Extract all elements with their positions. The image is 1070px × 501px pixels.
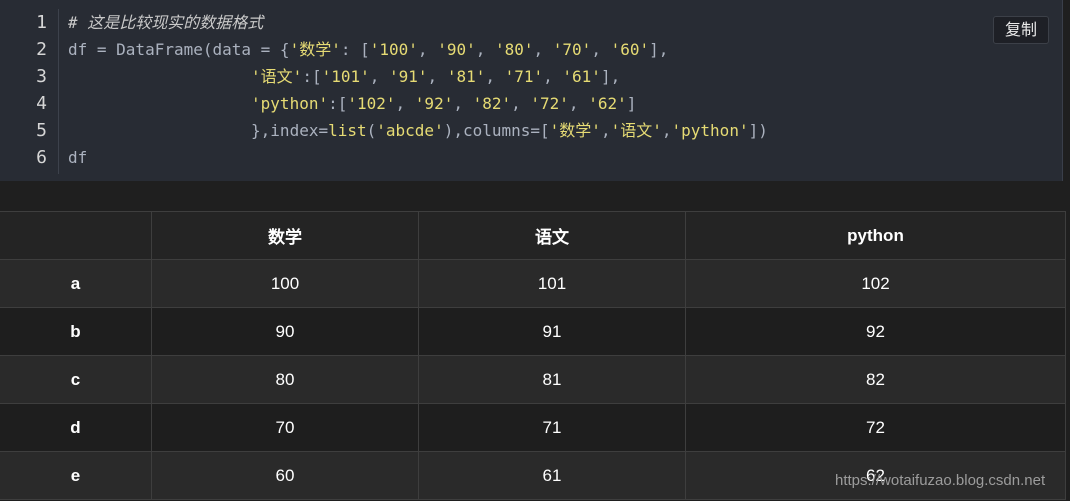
table-header-cell: python bbox=[685, 211, 1066, 260]
code-string: '92' bbox=[414, 94, 454, 113]
code-string: '90' bbox=[437, 40, 476, 59]
code-builtin: list bbox=[328, 121, 367, 140]
table-cell: 100 bbox=[151, 259, 419, 308]
copy-button[interactable]: 复制 bbox=[993, 16, 1049, 44]
code-token: ] bbox=[626, 94, 637, 113]
table-row: a 100 101 102 bbox=[0, 259, 1066, 308]
code-string: '62' bbox=[588, 94, 627, 113]
code-token: },index= bbox=[251, 121, 329, 140]
code-token: :[ bbox=[302, 67, 322, 86]
table-row: c 80 81 82 bbox=[0, 355, 1066, 404]
line-number: 6 bbox=[36, 147, 47, 168]
code-string: '81' bbox=[446, 67, 486, 86]
table-header-cell: 数学 bbox=[151, 211, 419, 260]
table-cell: 101 bbox=[418, 259, 686, 308]
code-string: '80' bbox=[494, 40, 534, 59]
table-cell: 80 bbox=[151, 355, 419, 404]
code-token: df = DataFrame(data = { bbox=[68, 40, 290, 59]
row-index: a bbox=[0, 259, 152, 308]
code-content[interactable]: # 这是比较现实的数据格式 df = DataFrame(data = {'数学… bbox=[68, 9, 768, 171]
table-row: d 70 71 72 bbox=[0, 403, 1066, 452]
row-index: d bbox=[0, 403, 152, 452]
code-string: '70' bbox=[552, 40, 592, 59]
code-string: 'abcde' bbox=[376, 121, 444, 140]
row-index: e bbox=[0, 451, 152, 500]
table-cell: 71 bbox=[418, 403, 686, 452]
line-number: 4 bbox=[36, 93, 47, 114]
code-string: '61' bbox=[562, 67, 601, 86]
code-token: df bbox=[68, 148, 88, 167]
table-cell: 72 bbox=[685, 403, 1066, 452]
code-line-4: 'python':['102', '92', '82', '72', '62'] bbox=[68, 90, 768, 117]
code-line-6: df bbox=[68, 144, 768, 171]
code-string: '语文' bbox=[251, 67, 303, 86]
line-number-gutter: 1 2 3 4 5 6 bbox=[0, 9, 59, 174]
code-string: '60' bbox=[610, 40, 650, 59]
code-token: ]) bbox=[748, 121, 768, 140]
line-number: 3 bbox=[36, 66, 47, 87]
code-string: 'python' bbox=[251, 94, 329, 113]
code-token: ], bbox=[649, 40, 669, 59]
code-string: '71' bbox=[504, 67, 544, 86]
table-cell: 60 bbox=[151, 451, 419, 500]
code-string: '100' bbox=[369, 40, 418, 59]
table-cell: 90 bbox=[151, 307, 419, 356]
row-index: b bbox=[0, 307, 152, 356]
code-token: : [ bbox=[340, 40, 370, 59]
table-cell: 82 bbox=[685, 355, 1066, 404]
code-string: '语文' bbox=[610, 121, 662, 140]
code-string: '91' bbox=[389, 67, 428, 86]
code-line-2: df = DataFrame(data = {'数学': ['100', '90… bbox=[68, 40, 669, 59]
code-token: :[ bbox=[328, 94, 348, 113]
output-separator bbox=[0, 181, 1070, 211]
code-string: '数学' bbox=[289, 40, 341, 59]
watermark: https://wotaifuzao.blog.csdn.net bbox=[835, 472, 1046, 489]
dataframe-table: 数学 语文 python a 100 101 102 b 90 91 92 c … bbox=[0, 211, 1066, 500]
code-comment: # 这是比较现实的数据格式 bbox=[68, 13, 264, 32]
code-token: ], bbox=[600, 67, 621, 86]
table-cell: 91 bbox=[418, 307, 686, 356]
line-number: 1 bbox=[36, 12, 47, 33]
code-block: 1 2 3 4 5 6 # 这是比较现实的数据格式 df = DataFrame… bbox=[0, 0, 1063, 181]
code-string: 'python' bbox=[671, 121, 749, 140]
code-line-1: # 这是比较现实的数据格式 bbox=[68, 9, 768, 36]
table-cell: 81 bbox=[418, 355, 686, 404]
table-cell: 102 bbox=[685, 259, 1066, 308]
code-line-3: '语文':['101', '91', '81', '71', '61'], bbox=[68, 63, 768, 90]
table-cell: 92 bbox=[685, 307, 1066, 356]
code-string: '82' bbox=[472, 94, 512, 113]
code-string: '72' bbox=[530, 94, 569, 113]
table-row: b 90 91 92 bbox=[0, 307, 1066, 356]
table-cell: 70 bbox=[151, 403, 419, 452]
table-header-cell: 语文 bbox=[418, 211, 686, 260]
table-header-row: 数学 语文 python bbox=[0, 211, 1066, 260]
code-token: ( bbox=[366, 121, 377, 140]
code-line-5: },index=list('abcde'),columns=['数学','语文'… bbox=[68, 117, 768, 144]
line-number: 2 bbox=[36, 39, 47, 60]
code-string: '数学' bbox=[549, 121, 601, 140]
row-index: c bbox=[0, 355, 152, 404]
code-string: '101' bbox=[321, 67, 370, 86]
line-number: 5 bbox=[36, 120, 47, 141]
table-cell: 61 bbox=[418, 451, 686, 500]
code-token: ),columns=[ bbox=[443, 121, 550, 140]
table-header-index bbox=[0, 211, 152, 260]
code-string: '102' bbox=[347, 94, 396, 113]
